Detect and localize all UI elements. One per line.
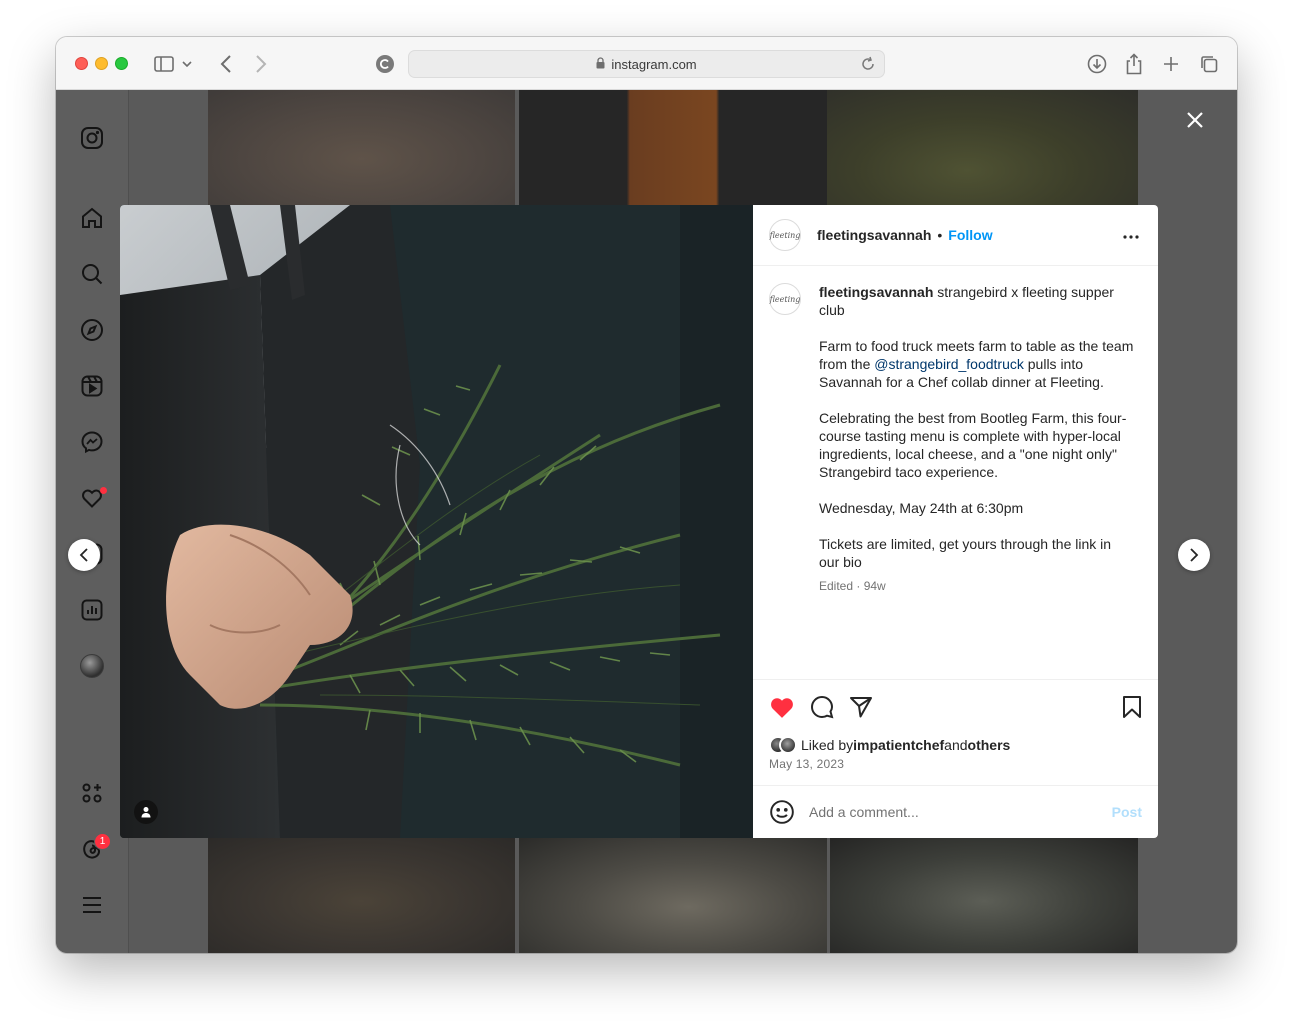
download-icon[interactable] <box>1085 52 1109 76</box>
next-post-button[interactable] <box>1178 539 1210 571</box>
instagram-sidebar: 1 <box>56 90 129 953</box>
caption-paragraph: Tickets are limited, get yours through t… <box>819 536 1112 570</box>
post-date: May 13, 2023 <box>769 757 845 771</box>
zoom-window-button[interactable] <box>115 57 128 70</box>
chevron-left-icon <box>79 548 88 562</box>
like-heart-icon[interactable] <box>769 694 795 720</box>
chevron-down-icon[interactable] <box>180 52 194 76</box>
post-caption: fleeting fleetingsavannah strangebird x … <box>769 283 1149 595</box>
follow-button[interactable]: Follow <box>948 227 992 243</box>
caption-username[interactable]: fleetingsavannah <box>819 284 933 300</box>
liked-by-others[interactable]: others <box>968 737 1011 753</box>
more-menu-icon[interactable] <box>78 891 106 919</box>
profile-avatar[interactable] <box>80 654 104 678</box>
reels-icon[interactable] <box>78 372 106 400</box>
caption-paragraph: Wednesday, May 24th at 6:30pm <box>819 500 1024 516</box>
liked-mid: and <box>944 737 968 753</box>
grid-image-tile[interactable] <box>208 838 515 953</box>
minimize-window-button[interactable] <box>95 57 108 70</box>
grid-image-tile[interactable] <box>830 838 1138 953</box>
caption-author-avatar[interactable]: fleeting <box>769 283 801 315</box>
search-icon[interactable] <box>78 260 106 288</box>
separator-dot: • <box>937 227 943 243</box>
lock-icon <box>596 56 605 72</box>
post-header: fleeting fleetingsavannah • Follow <box>753 205 1158 266</box>
sidebar-toggle-icon[interactable] <box>152 52 176 76</box>
site-favicon-icon <box>373 52 397 76</box>
messenger-icon[interactable] <box>78 428 106 456</box>
instagram-logo-icon[interactable] <box>78 124 106 152</box>
also-from-meta-icon[interactable] <box>78 779 106 807</box>
url-text: instagram.com <box>611 56 697 72</box>
liked-prefix: Liked by <box>801 737 854 753</box>
threads-badge: 1 <box>94 833 111 850</box>
close-modal-button[interactable] <box>1181 106 1209 134</box>
grid-image-tile[interactable] <box>519 838 827 953</box>
mention-link[interactable]: @strangebird_foodtruck <box>874 356 1024 372</box>
post-image[interactable] <box>120 205 753 838</box>
reload-icon[interactable] <box>860 56 876 75</box>
caption-text: fleetingsavannah strangebird x fleeting … <box>819 283 1134 595</box>
page-content: 1 fleeting fleetingsavannah • Follow fle… <box>56 90 1237 953</box>
tab-overview-icon[interactable] <box>1197 52 1221 76</box>
more-options-icon[interactable] <box>1122 227 1140 245</box>
browser-toolbar: instagram.com <box>56 37 1237 90</box>
previous-post-button[interactable] <box>68 539 100 571</box>
back-icon[interactable] <box>214 52 238 76</box>
address-bar[interactable]: instagram.com <box>408 50 885 78</box>
author-avatar[interactable]: fleeting <box>769 219 801 251</box>
liked-by-user[interactable]: impatientchef <box>853 737 944 753</box>
comment-bar: Post <box>753 785 1158 838</box>
new-tab-icon[interactable] <box>1159 52 1183 76</box>
caption-meta: Edited · 94w <box>819 579 886 593</box>
liker-avatar[interactable] <box>779 736 797 754</box>
forward-icon[interactable] <box>249 52 273 76</box>
dashboard-icon[interactable] <box>78 596 106 624</box>
chevron-right-icon <box>1190 548 1199 562</box>
post-details-panel: fleeting fleetingsavannah • Follow fleet… <box>753 205 1158 838</box>
bookmark-icon[interactable] <box>1119 694 1145 720</box>
post-comment-button[interactable]: Post <box>1112 804 1142 820</box>
caption-paragraph: Celebrating the best from Bootleg Farm, … <box>819 410 1127 480</box>
post-actions: Liked by impatientchef and others May 13… <box>753 679 1158 786</box>
liked-by: Liked by impatientchef and others <box>769 736 1010 754</box>
tagged-user-icon[interactable] <box>134 800 158 824</box>
share-icon[interactable] <box>1122 52 1146 76</box>
grid-image-tile[interactable] <box>827 90 1138 205</box>
comment-icon[interactable] <box>809 694 835 720</box>
notification-dot <box>100 487 107 494</box>
comment-input[interactable] <box>809 804 1112 820</box>
share-post-icon[interactable] <box>848 694 874 720</box>
close-window-button[interactable] <box>75 57 88 70</box>
grid-image-tile[interactable] <box>208 90 515 205</box>
grid-image-tile[interactable] <box>519 90 827 205</box>
home-icon[interactable] <box>78 204 106 232</box>
post-modal: fleeting fleetingsavannah • Follow fleet… <box>120 205 1158 838</box>
browser-window: instagram.com 1 fleeting fleetingsavanna… <box>56 37 1237 953</box>
author-username[interactable]: fleetingsavannah <box>817 227 931 243</box>
explore-icon[interactable] <box>78 316 106 344</box>
emoji-icon[interactable] <box>769 799 795 825</box>
